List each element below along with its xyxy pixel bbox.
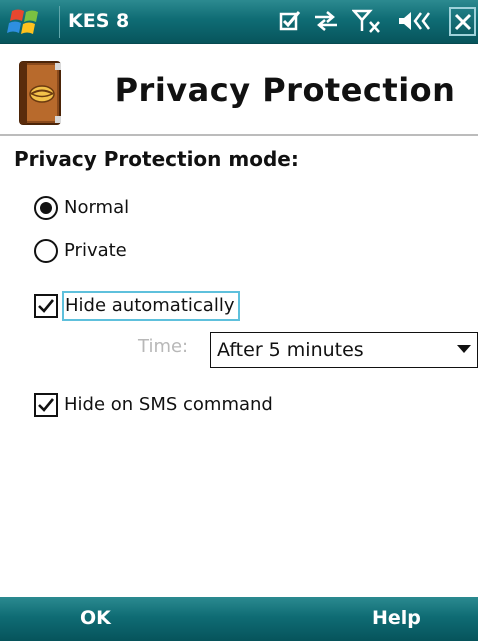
- hide-on-sms-option[interactable]: Hide on SMS command: [34, 390, 273, 420]
- hide-automatically-option[interactable]: Hide automatically: [34, 291, 241, 321]
- mode-section-label: Privacy Protection mode:: [14, 147, 299, 171]
- hide-automatically-checkbox[interactable]: [34, 294, 58, 318]
- hide-on-sms-checkbox[interactable]: [34, 393, 58, 417]
- hide-automatically-label: Hide automatically: [62, 291, 241, 321]
- time-label: Time:: [138, 336, 189, 357]
- header-divider: [0, 134, 478, 136]
- title-separator: [59, 6, 60, 38]
- tasks-check-icon[interactable]: [276, 7, 304, 35]
- time-dropdown-value: After 5 minutes: [217, 339, 364, 361]
- close-icon: [454, 13, 471, 30]
- checkmark-icon: [38, 299, 55, 313]
- privacy-book-icon: [17, 60, 63, 126]
- chevron-down-icon[interactable]: [457, 345, 471, 353]
- mode-option-normal[interactable]: Normal: [34, 193, 129, 223]
- page-title: Privacy Protection: [114, 71, 456, 109]
- mode-option-private-label: Private: [64, 240, 127, 261]
- radio-button-normal[interactable]: [34, 196, 58, 220]
- ok-softkey[interactable]: OK: [80, 605, 111, 631]
- softkey-bar: OK Help: [0, 597, 478, 641]
- checkmark-icon: [38, 398, 55, 412]
- page-header: Privacy Protection: [0, 56, 478, 131]
- radio-button-private[interactable]: [34, 239, 58, 263]
- time-dropdown[interactable]: After 5 minutes: [210, 332, 478, 368]
- no-signal-icon[interactable]: [350, 7, 384, 35]
- volume-icon[interactable]: [394, 7, 436, 35]
- mode-option-private[interactable]: Private: [34, 236, 127, 266]
- sync-arrows-icon[interactable]: [310, 7, 342, 35]
- app-title: KES 8: [68, 10, 130, 32]
- help-softkey[interactable]: Help: [372, 605, 421, 631]
- hide-on-sms-label: Hide on SMS command: [64, 394, 273, 415]
- windows-start-icon[interactable]: [0, 0, 58, 43]
- mode-option-normal-label: Normal: [64, 197, 130, 218]
- close-button[interactable]: [449, 7, 476, 36]
- title-bar: KES 8: [0, 0, 478, 44]
